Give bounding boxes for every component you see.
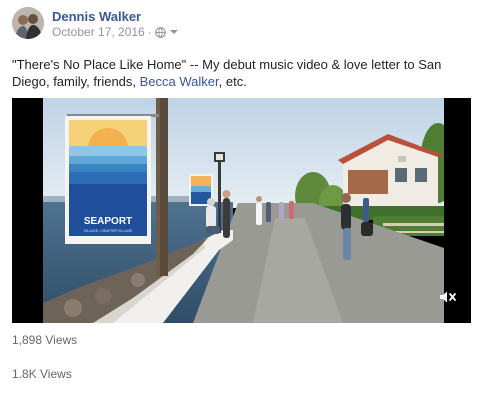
banner-subtitle: VILLAGE • SEAPORTVILLAGE [83, 229, 133, 233]
globe-icon[interactable] [154, 26, 166, 38]
view-count: 1,898 Views [12, 333, 78, 347]
author-name[interactable]: Dennis Walker [52, 9, 141, 24]
view-count-short: 1.8K Views [12, 367, 72, 381]
post-caption: "There's No Place Like Home" -- My debut… [12, 56, 474, 90]
post-meta: October 17, 2016 · [52, 25, 179, 39]
video-player[interactable]: SEAPORT VILLAGE • SEAPORTVILLAGE [12, 98, 471, 323]
post-date[interactable]: October 17, 2016 [52, 25, 145, 39]
chevron-down-icon[interactable] [169, 28, 179, 36]
caption-text-end: , etc. [218, 74, 247, 89]
post-header: Dennis Walker October 17, 2016 · [12, 7, 472, 43]
meta-separator: · [147, 25, 152, 39]
mention-link[interactable]: Becca Walker [140, 74, 219, 89]
banner-title: SEAPORT [84, 216, 132, 227]
volume-muted-icon[interactable] [439, 290, 457, 304]
video-frame: SEAPORT VILLAGE • SEAPORTVILLAGE [43, 98, 444, 323]
avatar[interactable] [12, 7, 44, 39]
